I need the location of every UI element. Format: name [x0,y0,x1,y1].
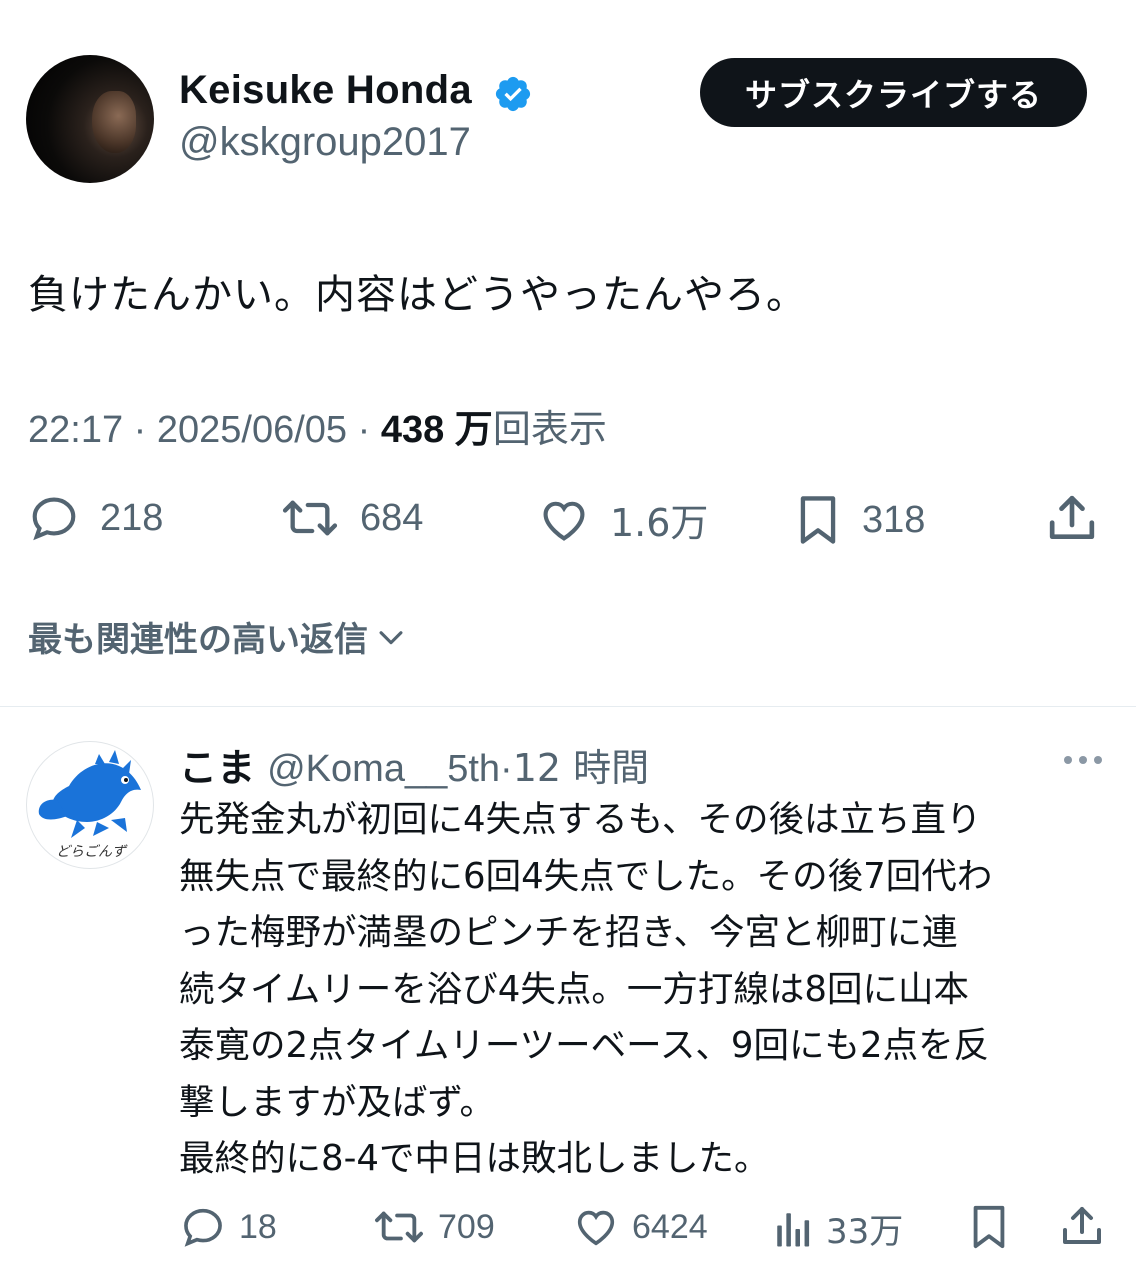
reply-text-line: った梅野が満塁のピンチを招き、今宮と柳町に連 [179,912,958,953]
like-count: 1.6万 [610,501,709,545]
retweet-icon [375,1211,423,1243]
reply-sort-dropdown[interactable]: 最も関連性の高い返信 [28,612,408,661]
reply-text-line: 泰寛の2点タイムリーツーベース、9回にも2点を反 [179,1025,990,1066]
reply-views-button[interactable]: 33万 [772,1204,903,1253]
author-display-name[interactable]: Keisuke Honda [179,68,472,113]
verified-badge-icon [495,76,531,112]
reply-like-button[interactable]: 6424 [572,1204,708,1250]
meta-separator: · [133,409,147,451]
reply-text-line: 先発金丸が初回に4失点するも、その後は立ち直り [179,799,982,840]
bookmark-icon [973,1205,1005,1249]
section-divider [0,706,1136,707]
reply-separator: · [500,748,513,790]
reply-bookmark-button[interactable] [966,1202,1012,1252]
chevron-down-icon [379,630,403,644]
reply-text: 先発金丸が初回に4失点するも、その後は立ち直り 無失点で最終的に6回4失点でした… [179,792,1119,1188]
reply-handle[interactable]: @Koma__5th [267,748,500,790]
reply-text-line: 撃しますが及ばず。 [179,1081,495,1123]
retweet-button[interactable]: 684 [278,492,423,544]
views-label: 回表示 [492,407,607,451]
tweet-date[interactable]: 2025/06/05 [157,409,347,451]
share-button[interactable] [1044,490,1100,546]
views-count: 438 万 [380,409,493,451]
share-icon [1063,1207,1101,1244]
reply-retweet-count: 709 [438,1207,495,1246]
author-avatar[interactable] [26,55,154,183]
reply-retweet-button[interactable]: 709 [372,1204,495,1250]
analytics-icon [777,1212,810,1246]
reply-reply-button[interactable]: 18 [179,1204,277,1250]
bookmark-icon [800,496,836,544]
avatar-face [92,91,136,153]
reply-time[interactable]: 12 時間 [513,746,649,790]
dragon-mascot-icon: どらごんず [38,750,141,860]
mascot-caption: どらごんず [56,844,128,860]
heart-icon [577,1210,615,1246]
bookmark-button[interactable]: 318 [792,492,925,548]
reply-button[interactable]: 218 [26,492,163,544]
share-icon [1049,495,1095,539]
reply-avatar[interactable]: どらごんず [26,741,154,869]
meta-separator: · [357,409,371,451]
tweet-text: 負けたんかい。内容はどうやったんやろ。 [28,272,807,318]
retweet-icon [282,500,338,536]
reply-like-count: 6424 [632,1207,708,1246]
reply-share-button[interactable] [1058,1202,1106,1250]
retweet-count: 684 [360,496,424,539]
heart-icon [543,501,585,541]
tweet-time[interactable]: 22:17 [28,409,123,451]
reply-icon [32,497,76,541]
reply-text-line: 最終的に8-4で中日は敗北しました。 [179,1138,770,1179]
sort-label: 最も関連性の高い返信 [28,620,368,660]
reply-text-line: 続タイムリーを浴び4失点。一方打線は8回に山本 [179,968,969,1010]
reply-views-count: 33万 [826,1212,904,1252]
reply-display-name[interactable]: こま [179,746,255,790]
like-button[interactable]: 1.6万 [536,492,708,547]
reply-header: こま @Koma__5th·12 時間 [179,737,649,792]
reply-text-line: 無失点で最終的に6回4失点でした。その後7回代わ [179,855,993,897]
author-handle[interactable]: @kskgroup2017 [179,120,471,165]
reply-reply-count: 18 [239,1207,277,1246]
tweet-meta: 22:17 · 2025/06/05 · 438 万回表示 [28,398,607,453]
bookmark-count: 318 [862,498,926,541]
more-options-icon[interactable] [1058,745,1108,775]
subscribe-button[interactable]: サブスクライブする [700,58,1087,127]
reply-count: 218 [100,496,164,539]
reply-icon [184,1208,222,1247]
